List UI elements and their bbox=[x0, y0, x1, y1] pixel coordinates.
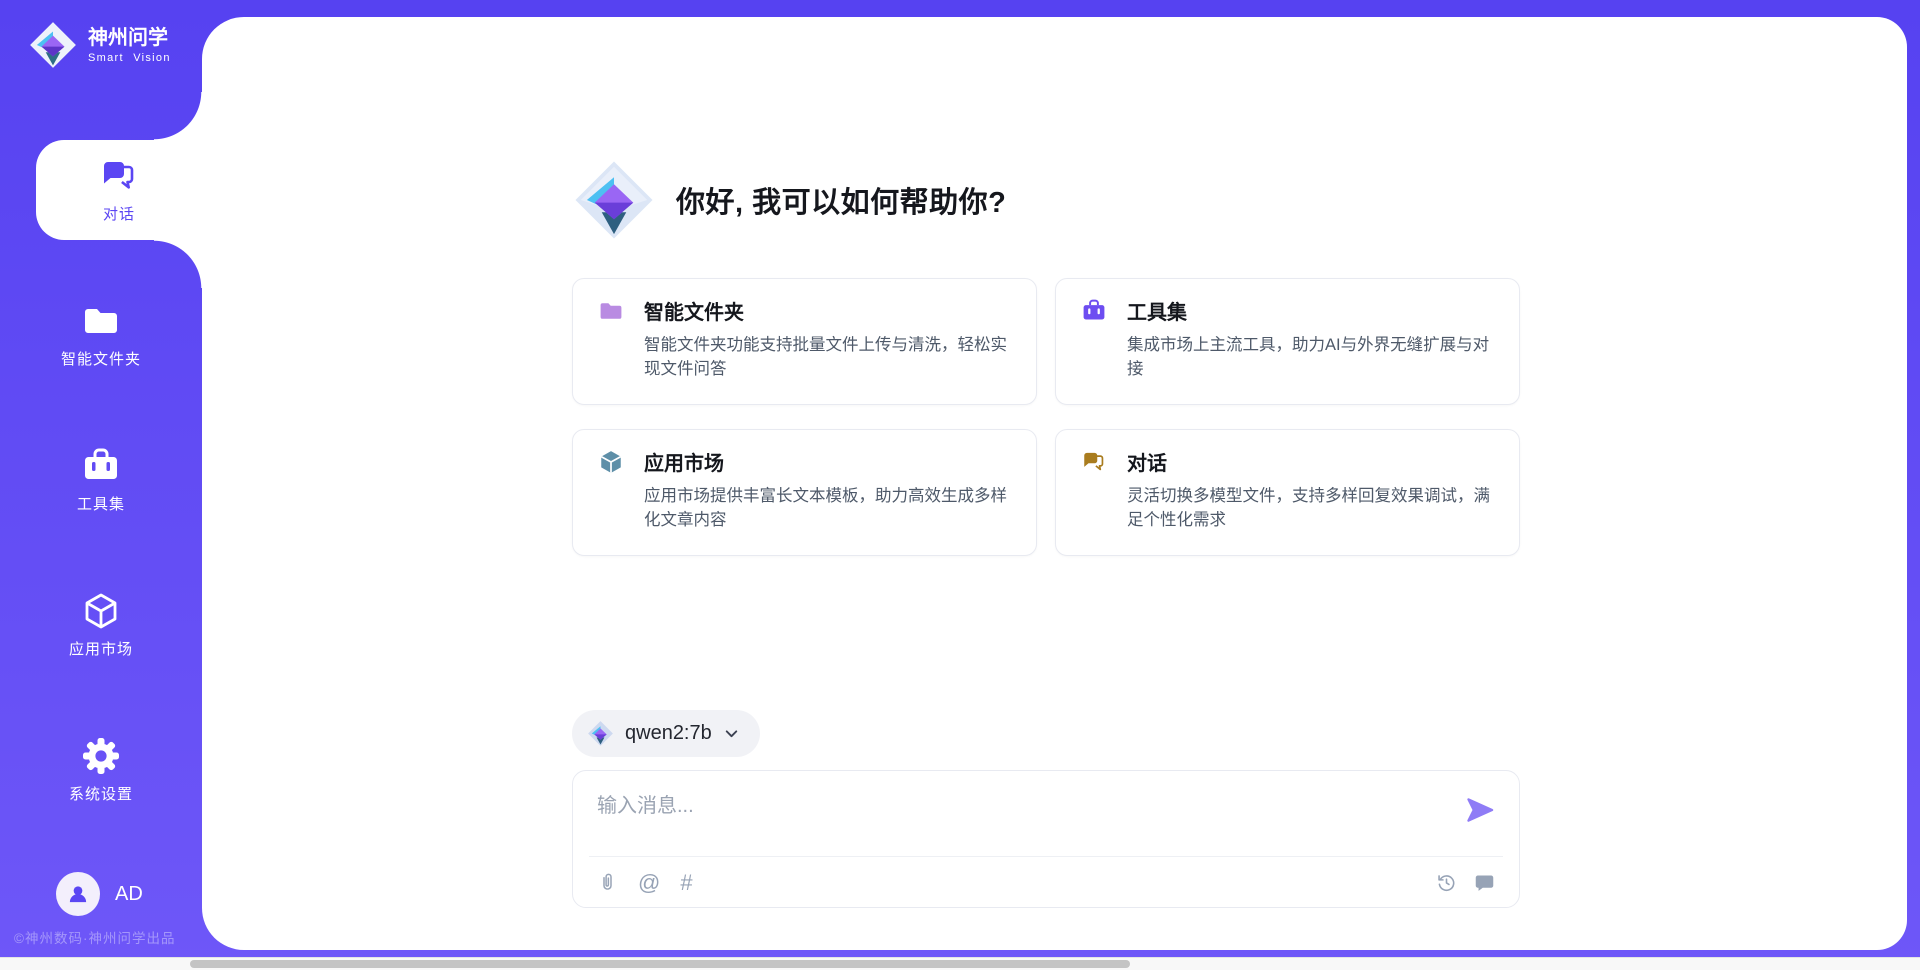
feature-card-app-market[interactable]: 应用市场 应用市场提供丰富长文本模板，助力高效生成多样化文章内容 bbox=[572, 429, 1037, 556]
sidebar-item-label: 工具集 bbox=[77, 493, 125, 514]
diamond-logo-icon bbox=[28, 20, 78, 70]
composer-left-tools: @ # bbox=[597, 872, 693, 893]
brand-text: 神州问学 Smart Vision bbox=[88, 26, 171, 64]
sidebar-item-smart-folder[interactable]: 智能文件夹 bbox=[0, 285, 202, 385]
chat-bubble-icon bbox=[1474, 872, 1495, 893]
card-head: 应用市场 bbox=[598, 447, 1012, 476]
composer: @ # bbox=[572, 770, 1520, 908]
message-input[interactable] bbox=[595, 787, 1449, 845]
diamond-logo-icon bbox=[572, 158, 656, 242]
app-window: 你好, 我可以如何帮助你? 智能文件夹 智能文件夹功能支持批量文件上传与清洗，轻… bbox=[0, 0, 1920, 970]
composer-toolbar: @ # bbox=[573, 857, 1519, 908]
feedback-button[interactable] bbox=[1474, 872, 1495, 893]
feature-card-smart-folder[interactable]: 智能文件夹 智能文件夹功能支持批量文件上传与清洗，轻松实现文件问答 bbox=[572, 278, 1037, 405]
model-name: qwen2:7b bbox=[625, 722, 712, 745]
diamond-logo-icon bbox=[587, 720, 614, 747]
brand: 神州问学 Smart Vision bbox=[28, 20, 171, 70]
card-description: 智能文件夹功能支持批量文件上传与清洗，轻松实现文件问答 bbox=[644, 333, 1016, 381]
cube-icon bbox=[598, 449, 624, 475]
card-description: 集成市场上主流工具，助力AI与外界无缝扩展与对接 bbox=[1127, 333, 1499, 381]
sidebar-item-label: 智能文件夹 bbox=[61, 348, 141, 369]
page-title: 你好, 我可以如何帮助你? bbox=[676, 179, 1006, 221]
gear-icon bbox=[81, 736, 121, 776]
card-description: 应用市场提供丰富长文本模板，助力高效生成多样化文章内容 bbox=[644, 484, 1016, 532]
brand-subtitle: Smart Vision bbox=[88, 52, 171, 64]
sidebar-nav: 对话 智能文件夹 工具集 bbox=[0, 140, 202, 865]
sidebar-item-label: 系统设置 bbox=[69, 783, 133, 804]
feature-cards: 智能文件夹 智能文件夹功能支持批量文件上传与清洗，轻松实现文件问答 工具集 集成… bbox=[572, 278, 1520, 556]
mention-button[interactable]: @ bbox=[638, 872, 660, 893]
card-head: 工具集 bbox=[1081, 296, 1495, 325]
sidebar-item-chat[interactable]: 对话 bbox=[36, 140, 202, 240]
paperclip-icon bbox=[597, 872, 618, 893]
user-initials: AD bbox=[115, 883, 143, 906]
copyright-text: ©神州数码·神州问学出品 bbox=[14, 927, 175, 947]
main-panel: 你好, 我可以如何帮助你? 智能文件夹 智能文件夹功能支持批量文件上传与清洗，轻… bbox=[202, 17, 1907, 950]
history-button[interactable] bbox=[1436, 872, 1457, 893]
sidebar-item-settings[interactable]: 系统设置 bbox=[0, 720, 202, 820]
briefcase-icon bbox=[1081, 298, 1107, 324]
greeting-row: 你好, 我可以如何帮助你? bbox=[572, 158, 1006, 242]
person-icon bbox=[65, 881, 91, 907]
card-title: 工具集 bbox=[1127, 296, 1187, 325]
card-description: 灵活切换多模型文件，支持多样回复效果调试，满足个性化需求 bbox=[1127, 484, 1499, 532]
horizontal-scrollbar[interactable] bbox=[0, 957, 1920, 970]
sidebar: 神州问学 Smart Vision 对话 智能文件夹 bbox=[0, 0, 202, 958]
user-profile[interactable]: AD bbox=[56, 872, 143, 916]
sidebar-item-label: 对话 bbox=[103, 203, 135, 224]
sidebar-item-label: 应用市场 bbox=[69, 638, 133, 659]
card-head: 对话 bbox=[1081, 447, 1495, 476]
chevron-down-icon bbox=[723, 725, 740, 742]
chat-icon bbox=[1081, 449, 1107, 475]
chat-icon bbox=[99, 156, 139, 196]
history-icon bbox=[1436, 872, 1457, 893]
brand-name: 神州问学 bbox=[88, 26, 171, 50]
card-title: 对话 bbox=[1127, 447, 1167, 476]
model-selector[interactable]: qwen2:7b bbox=[572, 710, 760, 757]
hashtag-button[interactable]: # bbox=[680, 872, 692, 893]
sidebar-item-app-market[interactable]: 应用市场 bbox=[0, 575, 202, 675]
hashtag-icon: # bbox=[680, 872, 692, 893]
send-icon bbox=[1465, 795, 1495, 825]
composer-right-tools bbox=[1436, 872, 1495, 893]
scrollbar-thumb[interactable] bbox=[190, 960, 1130, 968]
avatar bbox=[56, 872, 100, 916]
sidebar-item-toolset[interactable]: 工具集 bbox=[0, 430, 202, 530]
feature-card-chat[interactable]: 对话 灵活切换多模型文件，支持多样回复效果调试，满足个性化需求 bbox=[1055, 429, 1520, 556]
mention-icon: @ bbox=[638, 872, 660, 893]
send-button[interactable] bbox=[1465, 795, 1495, 825]
card-title: 应用市场 bbox=[644, 447, 724, 476]
folder-icon bbox=[81, 301, 121, 341]
folder-icon bbox=[598, 298, 624, 324]
feature-card-toolset[interactable]: 工具集 集成市场上主流工具，助力AI与外界无缝扩展与对接 bbox=[1055, 278, 1520, 405]
briefcase-icon bbox=[81, 446, 121, 486]
cube-icon bbox=[81, 591, 121, 631]
card-title: 智能文件夹 bbox=[644, 296, 744, 325]
card-head: 智能文件夹 bbox=[598, 296, 1012, 325]
attach-button[interactable] bbox=[597, 872, 618, 893]
